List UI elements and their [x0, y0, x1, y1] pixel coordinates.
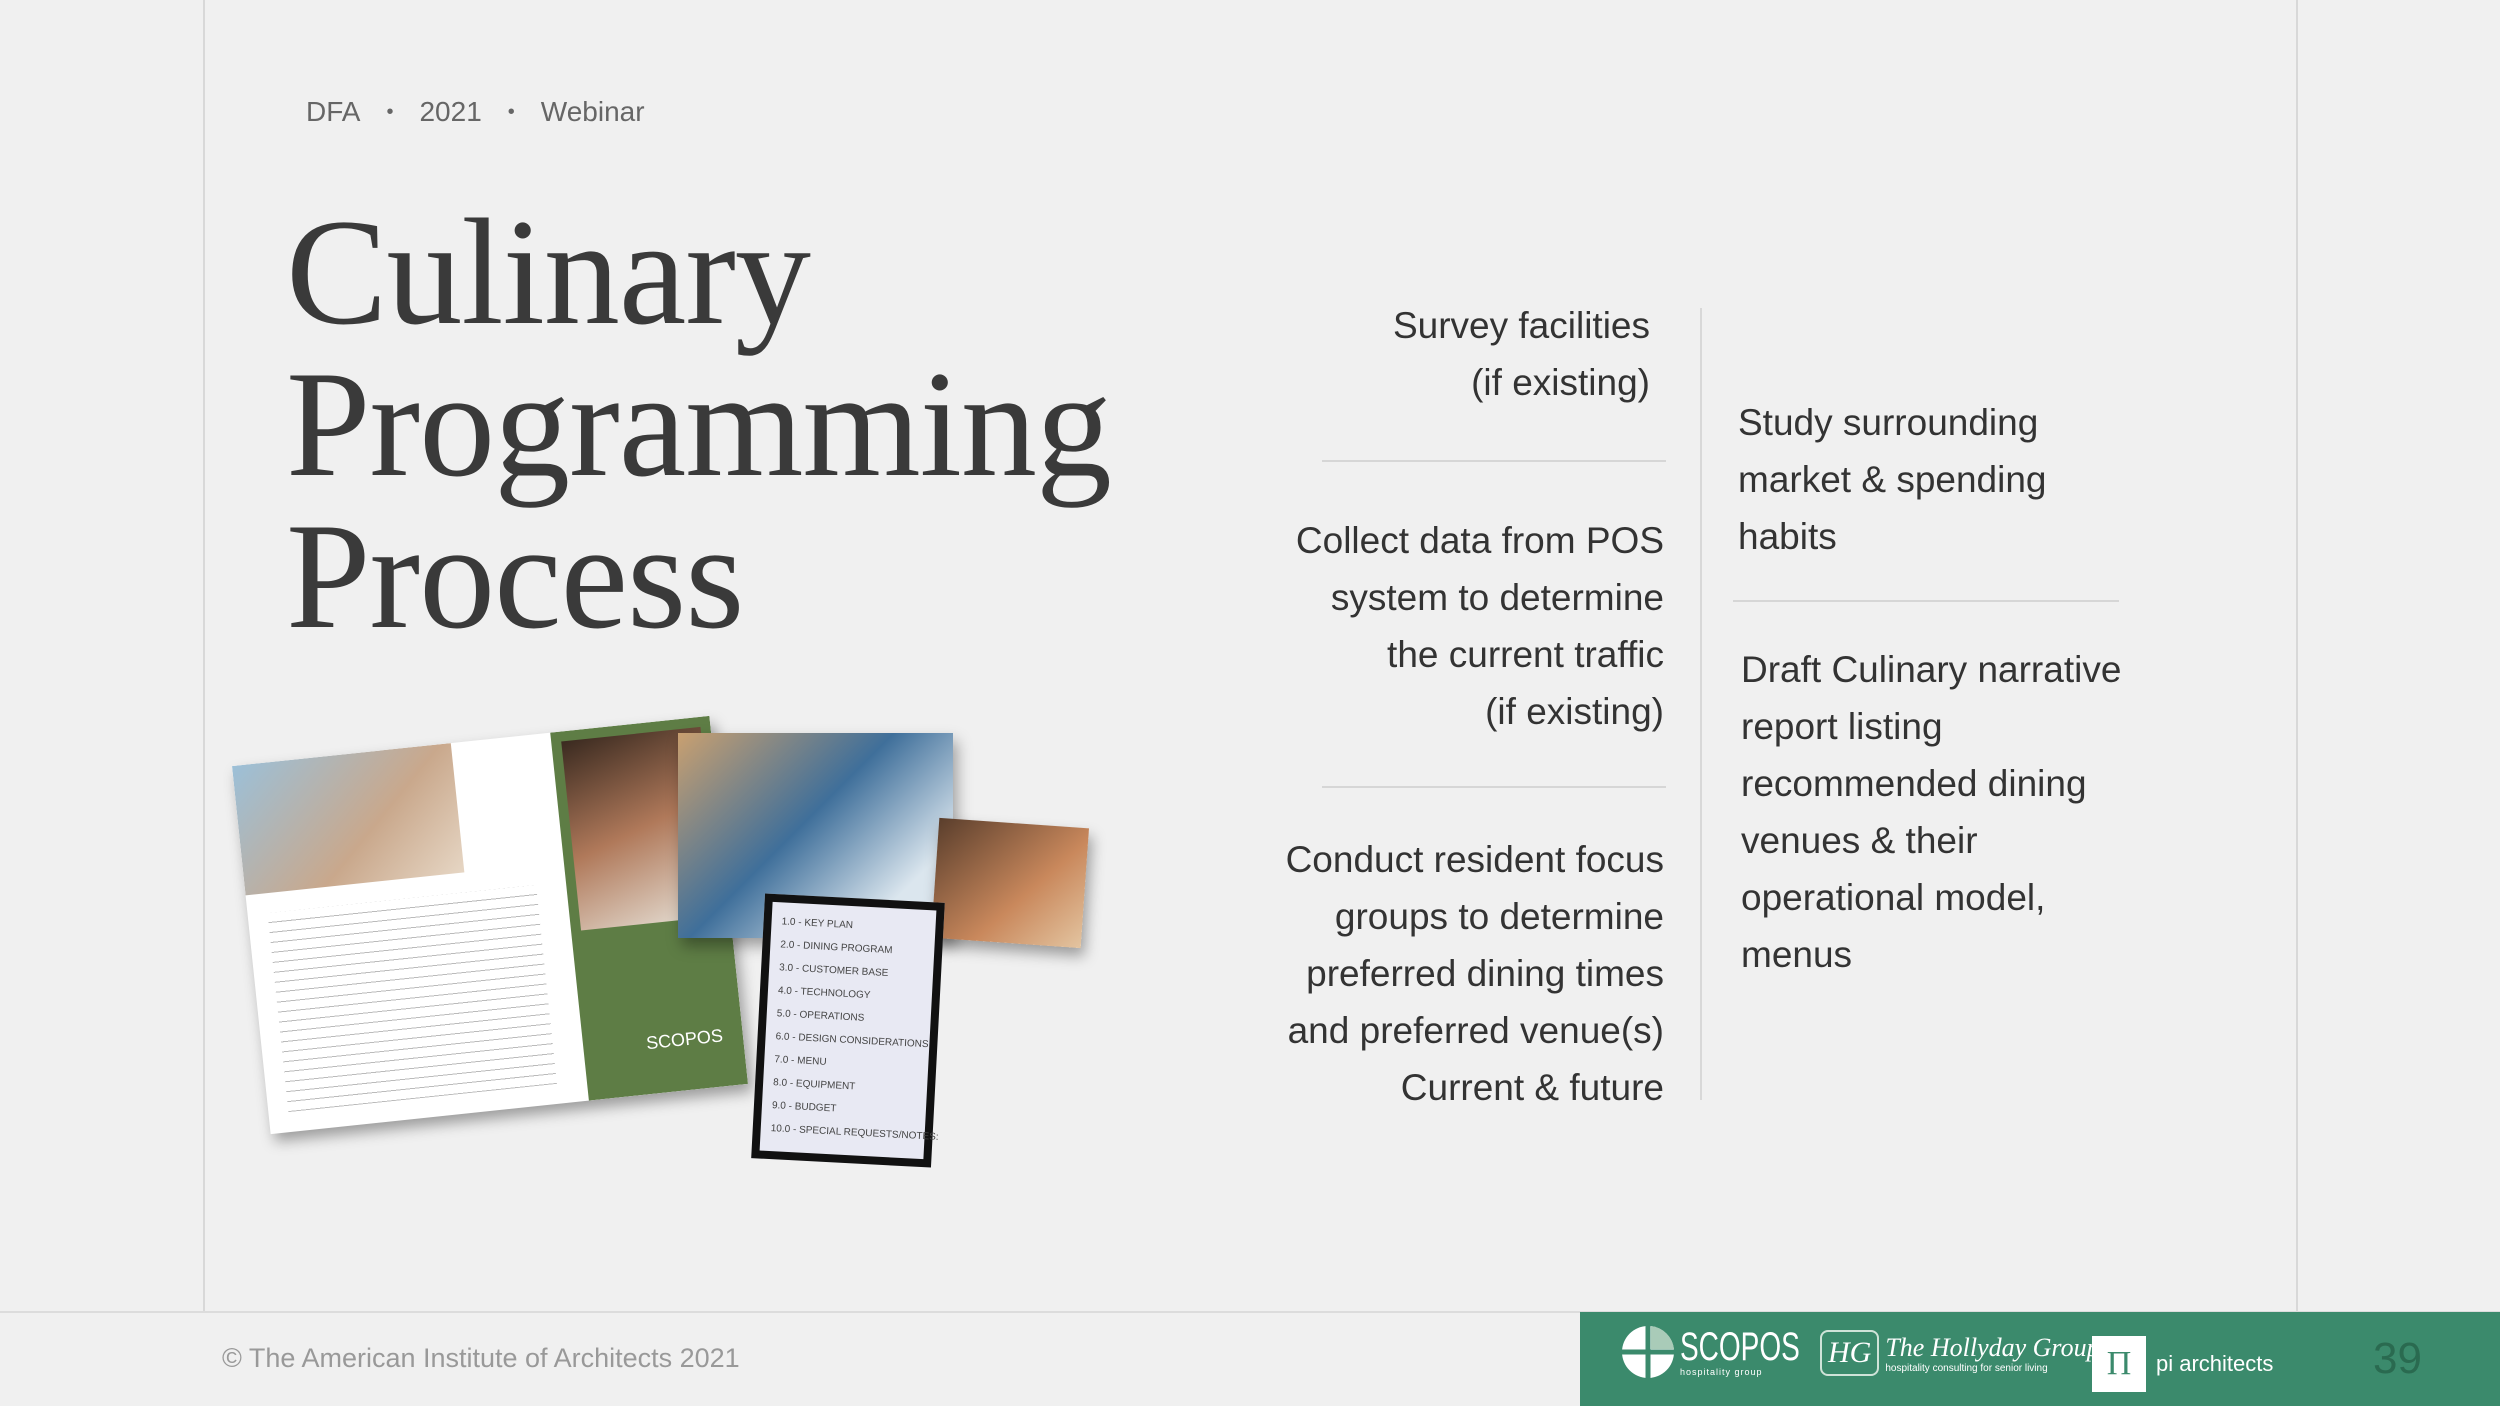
step-survey: Survey facilities (if existing): [1393, 297, 1650, 411]
step-text: preferred dining times: [1306, 953, 1664, 994]
divider: [1322, 460, 1666, 462]
step-text: the current traffic: [1387, 634, 1664, 675]
scopos-name: SCOPOS: [1680, 1325, 1800, 1369]
breadcrumb-year: 2021: [419, 96, 482, 127]
title-line: Process: [286, 492, 744, 660]
scopos-logo: SCOPOS hospitality group: [1622, 1326, 1851, 1378]
breadcrumb-type: Webinar: [540, 96, 645, 127]
separator: •: [507, 100, 515, 123]
step-collect-pos: Collect data from POS system to determin…: [1296, 512, 1664, 740]
step-text: venues & their: [1741, 820, 1978, 861]
step-narrative-report: Draft Culinary narrative report listing …: [1741, 641, 2121, 983]
hg-tagline: hospitality consulting for senior living: [1885, 1362, 2048, 1374]
step-text: Survey facilities: [1392, 305, 1650, 346]
title-line: Programming: [286, 340, 1112, 508]
breadcrumb-org: DFA: [306, 96, 361, 127]
step-text: Draft Culinary narrative: [1741, 649, 2122, 690]
pi-mark: Π: [2092, 1336, 2146, 1392]
divider: [1733, 600, 2119, 602]
step-text: recommended dining: [1741, 763, 2087, 804]
program-menu-card: 1.0 - KEY PLAN 2.0 - DINING PROGRAM 3.0 …: [751, 893, 945, 1168]
copyright: © The American Institute of Architects 2…: [222, 1343, 740, 1373]
hg-name: The Hollyday Group: [1885, 1332, 2100, 1362]
breadcrumb: DFA • 2021 • Webinar: [306, 96, 645, 128]
right-border: [2296, 0, 2298, 1312]
step-text: menus: [1741, 934, 1853, 975]
step-text: (if existing): [1485, 691, 1664, 732]
step-market-study: Study surrounding market & spending habi…: [1738, 394, 2047, 565]
title-line: Culinary: [286, 188, 811, 356]
step-text: Conduct resident focus: [1285, 839, 1664, 880]
step-text: (if existing): [1471, 362, 1650, 403]
step-text: and preferred venue(s): [1287, 1010, 1664, 1051]
step-text: Study surrounding: [1738, 402, 2039, 443]
hg-mark: HG: [1820, 1330, 1880, 1376]
step-text: report listing: [1741, 706, 1943, 747]
pi-name: pi architects: [2156, 1351, 2274, 1376]
hollyday-group-logo: HG The Hollyday Group hospitality consul…: [1820, 1330, 2100, 1376]
step-focus-groups: Conduct resident focus groups to determi…: [1286, 831, 1664, 1116]
step-text: Current & future: [1400, 1067, 1664, 1108]
brochure-table: [267, 884, 557, 1113]
left-border: [203, 0, 205, 1312]
page-number: 39: [2373, 1334, 2422, 1383]
restaurant-photo: [930, 817, 1090, 949]
partner-logo-bar: SCOPOS hospitality group HG The Hollyday…: [1580, 1312, 2500, 1406]
step-text: system to determine: [1330, 577, 1664, 618]
step-text: market & spending: [1738, 459, 2047, 500]
separator: •: [386, 100, 394, 123]
pi-architects-logo: Π pi architects: [2092, 1336, 2273, 1392]
step-text: habits: [1738, 516, 1837, 557]
step-text: Collect data from POS: [1295, 520, 1664, 561]
page-title: Culinary Programming Process: [286, 188, 1112, 660]
couple-photo: [231, 743, 465, 896]
brochure-page: SCOPOS: [231, 715, 749, 1135]
divider: [1322, 786, 1666, 788]
step-text: operational model,: [1741, 877, 2046, 918]
step-text: groups to determine: [1334, 896, 1664, 937]
column-divider: [1700, 308, 1702, 1100]
scopos-cross-icon: [1622, 1326, 1674, 1378]
